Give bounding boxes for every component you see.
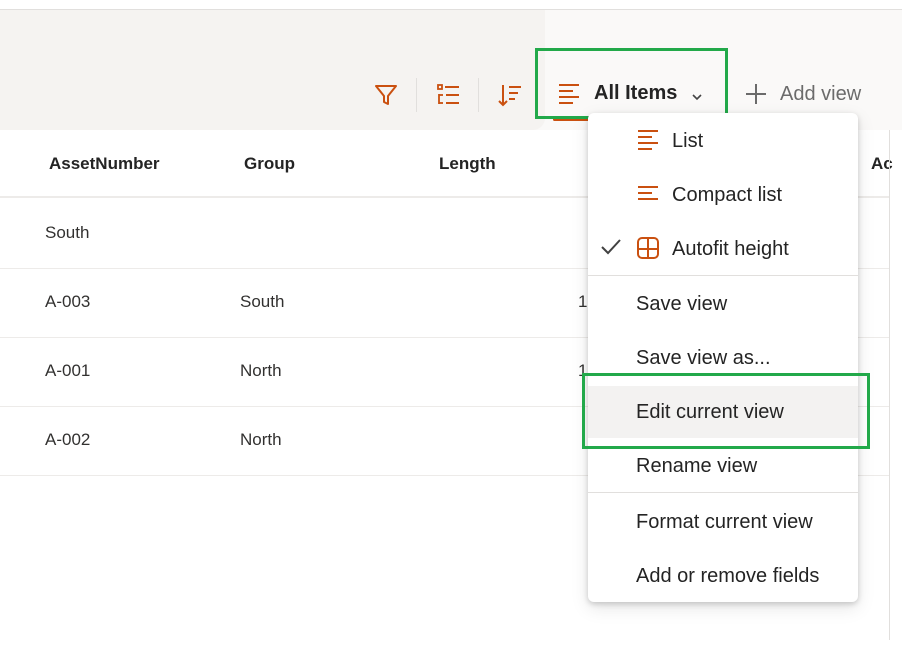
menu-item-list[interactable]: List (588, 115, 858, 167)
column-header-length[interactable]: Length (439, 154, 496, 174)
menu-item-label: Autofit height (672, 237, 789, 260)
filter-icon[interactable] (372, 80, 400, 110)
view-options-menu: List Compact list Autofit height Save vi… (588, 113, 858, 602)
add-view-label: Add view (780, 82, 862, 105)
menu-divider (588, 275, 858, 276)
grid-icon (636, 236, 660, 266)
group-list-icon[interactable] (434, 80, 462, 110)
cell-assetnumber: A-001 (45, 361, 91, 380)
add-view-button[interactable]: Add view (744, 82, 861, 106)
cell-group: North (240, 430, 282, 449)
compact-list-icon (636, 182, 660, 212)
menu-item-autofit-height[interactable]: Autofit height (588, 223, 858, 275)
cell-length: 1 (578, 292, 588, 311)
menu-item-save-view[interactable]: Save view (588, 278, 858, 330)
sort-icon[interactable] (496, 80, 524, 110)
menu-item-label: List (672, 129, 704, 152)
cell-assetnumber: South (45, 223, 90, 242)
toolbar-separator (416, 78, 417, 112)
checkmark-icon (600, 237, 622, 263)
column-header-group[interactable]: Group (244, 154, 295, 174)
menu-item-label: Save view as... (636, 346, 771, 369)
menu-item-compact-list[interactable]: Compact list (588, 169, 858, 221)
menu-item-label: Rename view (636, 454, 758, 477)
command-bar (0, 10, 902, 130)
toolbar-separator (478, 78, 479, 112)
menu-divider (588, 492, 858, 493)
highlight-frame-view-selector (535, 48, 728, 119)
cell-assetnumber: A-003 (45, 292, 91, 311)
command-bar-shade (0, 10, 545, 130)
table-right-edge (889, 130, 890, 640)
menu-item-label: Format current view (636, 510, 813, 533)
menu-item-format-current-view[interactable]: Format current view (588, 496, 858, 548)
menu-item-add-remove-fields[interactable]: Add or remove fields (588, 550, 858, 602)
column-header-assetnumber[interactable]: AssetNumber (49, 154, 160, 174)
highlight-frame-edit-current-view (582, 373, 870, 449)
plus-icon (744, 82, 768, 106)
list-lines-icon (636, 128, 660, 158)
menu-item-label: Add or remove fields (636, 564, 820, 587)
cell-group: North (240, 361, 282, 380)
menu-item-label: Compact list (672, 183, 783, 206)
cell-assetnumber: A-002 (45, 430, 91, 449)
cell-group: South (240, 292, 285, 311)
menu-item-label: Save view (636, 292, 728, 315)
